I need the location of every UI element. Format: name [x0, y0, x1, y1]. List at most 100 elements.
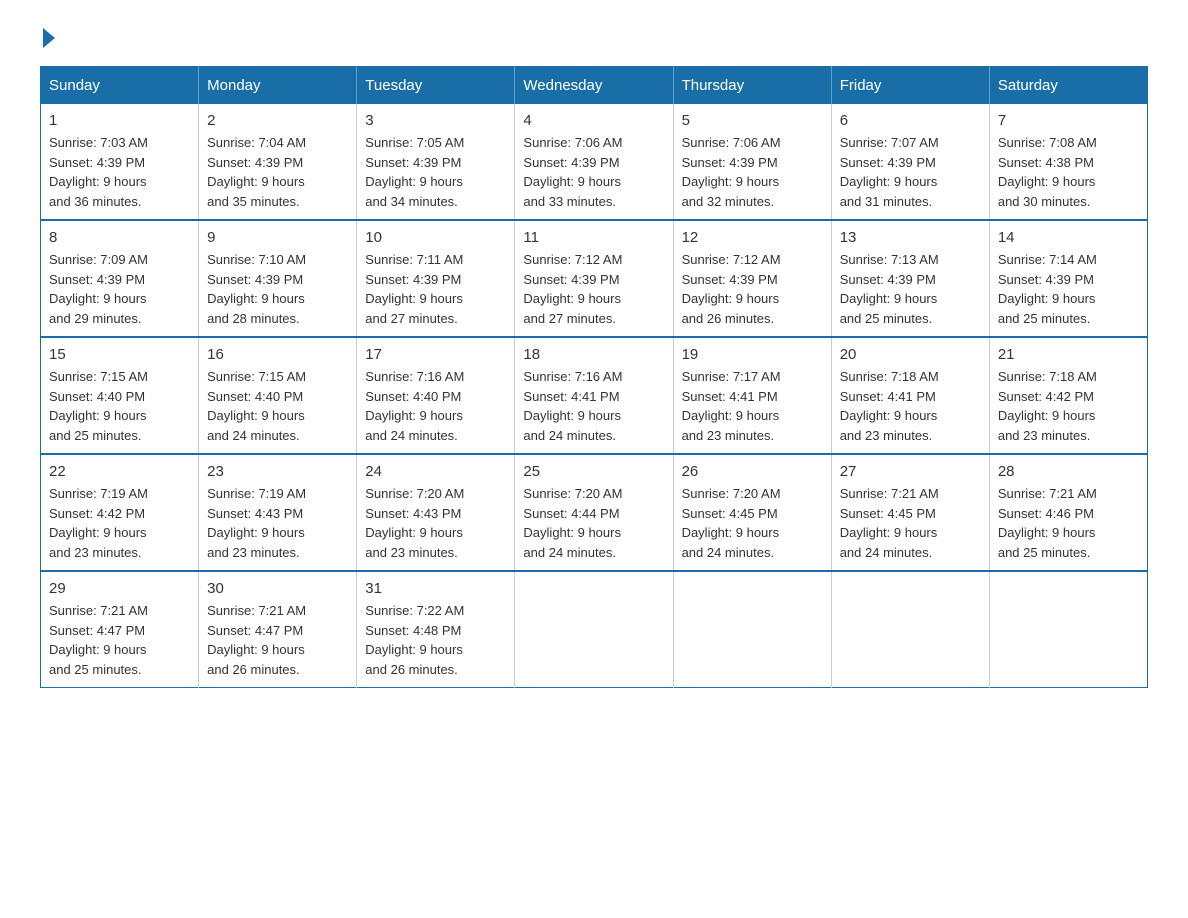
- day-number: 4: [523, 112, 664, 129]
- weekday-header-wednesday: Wednesday: [515, 67, 673, 105]
- calendar-day-cell: 9 Sunrise: 7:10 AM Sunset: 4:39 PM Dayli…: [199, 220, 357, 337]
- calendar-day-cell: 22 Sunrise: 7:19 AM Sunset: 4:42 PM Dayl…: [41, 454, 199, 571]
- calendar-day-cell: 25 Sunrise: 7:20 AM Sunset: 4:44 PM Dayl…: [515, 454, 673, 571]
- day-number: 31: [365, 580, 506, 597]
- day-number: 14: [998, 229, 1139, 246]
- calendar-day-cell: 15 Sunrise: 7:15 AM Sunset: 4:40 PM Dayl…: [41, 337, 199, 454]
- calendar-day-cell: 31 Sunrise: 7:22 AM Sunset: 4:48 PM Dayl…: [357, 571, 515, 688]
- day-info: Sunrise: 7:03 AM Sunset: 4:39 PM Dayligh…: [49, 133, 190, 211]
- day-number: 5: [682, 112, 823, 129]
- calendar-day-cell: 24 Sunrise: 7:20 AM Sunset: 4:43 PM Dayl…: [357, 454, 515, 571]
- calendar-day-cell: 1 Sunrise: 7:03 AM Sunset: 4:39 PM Dayli…: [41, 104, 199, 220]
- day-info: Sunrise: 7:20 AM Sunset: 4:43 PM Dayligh…: [365, 484, 506, 562]
- weekday-header-row: SundayMondayTuesdayWednesdayThursdayFrid…: [41, 67, 1148, 105]
- day-info: Sunrise: 7:20 AM Sunset: 4:44 PM Dayligh…: [523, 484, 664, 562]
- day-number: 16: [207, 346, 348, 363]
- logo-arrow-icon: [43, 28, 55, 48]
- day-number: 6: [840, 112, 981, 129]
- day-info: Sunrise: 7:05 AM Sunset: 4:39 PM Dayligh…: [365, 133, 506, 211]
- day-number: 1: [49, 112, 190, 129]
- calendar-week-row: 1 Sunrise: 7:03 AM Sunset: 4:39 PM Dayli…: [41, 104, 1148, 220]
- day-info: Sunrise: 7:13 AM Sunset: 4:39 PM Dayligh…: [840, 250, 981, 328]
- calendar-day-cell: 7 Sunrise: 7:08 AM Sunset: 4:38 PM Dayli…: [989, 104, 1147, 220]
- day-number: 12: [682, 229, 823, 246]
- day-info: Sunrise: 7:09 AM Sunset: 4:39 PM Dayligh…: [49, 250, 190, 328]
- day-info: Sunrise: 7:16 AM Sunset: 4:41 PM Dayligh…: [523, 367, 664, 445]
- calendar-day-cell: [989, 571, 1147, 688]
- day-info: Sunrise: 7:15 AM Sunset: 4:40 PM Dayligh…: [207, 367, 348, 445]
- day-number: 2: [207, 112, 348, 129]
- calendar-table: SundayMondayTuesdayWednesdayThursdayFrid…: [40, 66, 1148, 688]
- weekday-header-monday: Monday: [199, 67, 357, 105]
- day-number: 11: [523, 229, 664, 246]
- day-info: Sunrise: 7:14 AM Sunset: 4:39 PM Dayligh…: [998, 250, 1139, 328]
- day-info: Sunrise: 7:20 AM Sunset: 4:45 PM Dayligh…: [682, 484, 823, 562]
- day-number: 9: [207, 229, 348, 246]
- day-number: 28: [998, 463, 1139, 480]
- day-info: Sunrise: 7:12 AM Sunset: 4:39 PM Dayligh…: [523, 250, 664, 328]
- calendar-day-cell: 11 Sunrise: 7:12 AM Sunset: 4:39 PM Dayl…: [515, 220, 673, 337]
- calendar-week-row: 8 Sunrise: 7:09 AM Sunset: 4:39 PM Dayli…: [41, 220, 1148, 337]
- day-info: Sunrise: 7:12 AM Sunset: 4:39 PM Dayligh…: [682, 250, 823, 328]
- weekday-header-saturday: Saturday: [989, 67, 1147, 105]
- calendar-day-cell: 20 Sunrise: 7:18 AM Sunset: 4:41 PM Dayl…: [831, 337, 989, 454]
- day-number: 3: [365, 112, 506, 129]
- calendar-week-row: 15 Sunrise: 7:15 AM Sunset: 4:40 PM Dayl…: [41, 337, 1148, 454]
- calendar-day-cell: [515, 571, 673, 688]
- calendar-day-cell: 8 Sunrise: 7:09 AM Sunset: 4:39 PM Dayli…: [41, 220, 199, 337]
- day-number: 27: [840, 463, 981, 480]
- calendar-day-cell: 30 Sunrise: 7:21 AM Sunset: 4:47 PM Dayl…: [199, 571, 357, 688]
- weekday-header-tuesday: Tuesday: [357, 67, 515, 105]
- calendar-day-cell: 10 Sunrise: 7:11 AM Sunset: 4:39 PM Dayl…: [357, 220, 515, 337]
- day-number: 7: [998, 112, 1139, 129]
- day-info: Sunrise: 7:10 AM Sunset: 4:39 PM Dayligh…: [207, 250, 348, 328]
- day-info: Sunrise: 7:18 AM Sunset: 4:41 PM Dayligh…: [840, 367, 981, 445]
- day-info: Sunrise: 7:04 AM Sunset: 4:39 PM Dayligh…: [207, 133, 348, 211]
- day-info: Sunrise: 7:16 AM Sunset: 4:40 PM Dayligh…: [365, 367, 506, 445]
- calendar-day-cell: [673, 571, 831, 688]
- day-number: 21: [998, 346, 1139, 363]
- day-number: 20: [840, 346, 981, 363]
- day-number: 24: [365, 463, 506, 480]
- day-info: Sunrise: 7:06 AM Sunset: 4:39 PM Dayligh…: [523, 133, 664, 211]
- day-number: 17: [365, 346, 506, 363]
- calendar-day-cell: 6 Sunrise: 7:07 AM Sunset: 4:39 PM Dayli…: [831, 104, 989, 220]
- day-info: Sunrise: 7:15 AM Sunset: 4:40 PM Dayligh…: [49, 367, 190, 445]
- calendar-day-cell: 28 Sunrise: 7:21 AM Sunset: 4:46 PM Dayl…: [989, 454, 1147, 571]
- day-info: Sunrise: 7:21 AM Sunset: 4:47 PM Dayligh…: [207, 601, 348, 679]
- day-number: 8: [49, 229, 190, 246]
- weekday-header-sunday: Sunday: [41, 67, 199, 105]
- calendar-day-cell: 3 Sunrise: 7:05 AM Sunset: 4:39 PM Dayli…: [357, 104, 515, 220]
- day-info: Sunrise: 7:06 AM Sunset: 4:39 PM Dayligh…: [682, 133, 823, 211]
- day-info: Sunrise: 7:21 AM Sunset: 4:47 PM Dayligh…: [49, 601, 190, 679]
- day-number: 22: [49, 463, 190, 480]
- day-number: 19: [682, 346, 823, 363]
- day-number: 30: [207, 580, 348, 597]
- weekday-header-friday: Friday: [831, 67, 989, 105]
- calendar-day-cell: 27 Sunrise: 7:21 AM Sunset: 4:45 PM Dayl…: [831, 454, 989, 571]
- calendar-day-cell: 13 Sunrise: 7:13 AM Sunset: 4:39 PM Dayl…: [831, 220, 989, 337]
- day-info: Sunrise: 7:19 AM Sunset: 4:43 PM Dayligh…: [207, 484, 348, 562]
- day-number: 25: [523, 463, 664, 480]
- day-info: Sunrise: 7:21 AM Sunset: 4:45 PM Dayligh…: [840, 484, 981, 562]
- day-number: 10: [365, 229, 506, 246]
- day-info: Sunrise: 7:07 AM Sunset: 4:39 PM Dayligh…: [840, 133, 981, 211]
- day-number: 23: [207, 463, 348, 480]
- day-info: Sunrise: 7:08 AM Sunset: 4:38 PM Dayligh…: [998, 133, 1139, 211]
- day-info: Sunrise: 7:11 AM Sunset: 4:39 PM Dayligh…: [365, 250, 506, 328]
- page-header: [40, 30, 1148, 46]
- day-number: 13: [840, 229, 981, 246]
- calendar-day-cell: 21 Sunrise: 7:18 AM Sunset: 4:42 PM Dayl…: [989, 337, 1147, 454]
- calendar-day-cell: 29 Sunrise: 7:21 AM Sunset: 4:47 PM Dayl…: [41, 571, 199, 688]
- calendar-day-cell: 4 Sunrise: 7:06 AM Sunset: 4:39 PM Dayli…: [515, 104, 673, 220]
- day-info: Sunrise: 7:21 AM Sunset: 4:46 PM Dayligh…: [998, 484, 1139, 562]
- day-info: Sunrise: 7:19 AM Sunset: 4:42 PM Dayligh…: [49, 484, 190, 562]
- day-info: Sunrise: 7:18 AM Sunset: 4:42 PM Dayligh…: [998, 367, 1139, 445]
- day-number: 26: [682, 463, 823, 480]
- day-number: 18: [523, 346, 664, 363]
- weekday-header-thursday: Thursday: [673, 67, 831, 105]
- calendar-day-cell: 26 Sunrise: 7:20 AM Sunset: 4:45 PM Dayl…: [673, 454, 831, 571]
- calendar-week-row: 22 Sunrise: 7:19 AM Sunset: 4:42 PM Dayl…: [41, 454, 1148, 571]
- calendar-day-cell: 14 Sunrise: 7:14 AM Sunset: 4:39 PM Dayl…: [989, 220, 1147, 337]
- calendar-day-cell: 2 Sunrise: 7:04 AM Sunset: 4:39 PM Dayli…: [199, 104, 357, 220]
